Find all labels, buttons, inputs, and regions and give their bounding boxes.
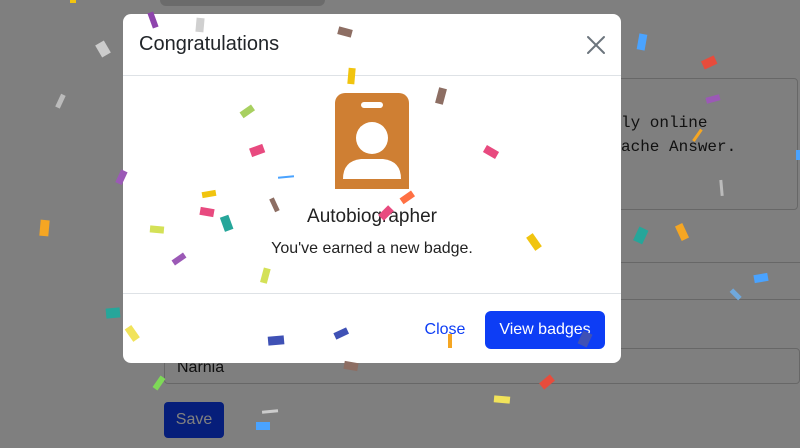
badge-modal: Congratulations Close View badges: [123, 14, 621, 363]
modal-footer: Close View badges: [123, 293, 621, 363]
close-icon[interactable]: [585, 34, 607, 56]
modal-title: Congratulations: [139, 33, 280, 55]
modal-body: [123, 77, 621, 293]
modal-header: Congratulations: [123, 14, 621, 76]
view-badges-button[interactable]: View badges: [485, 311, 605, 349]
close-button[interactable]: Close: [415, 311, 475, 349]
id-badge-icon: [335, 93, 409, 189]
